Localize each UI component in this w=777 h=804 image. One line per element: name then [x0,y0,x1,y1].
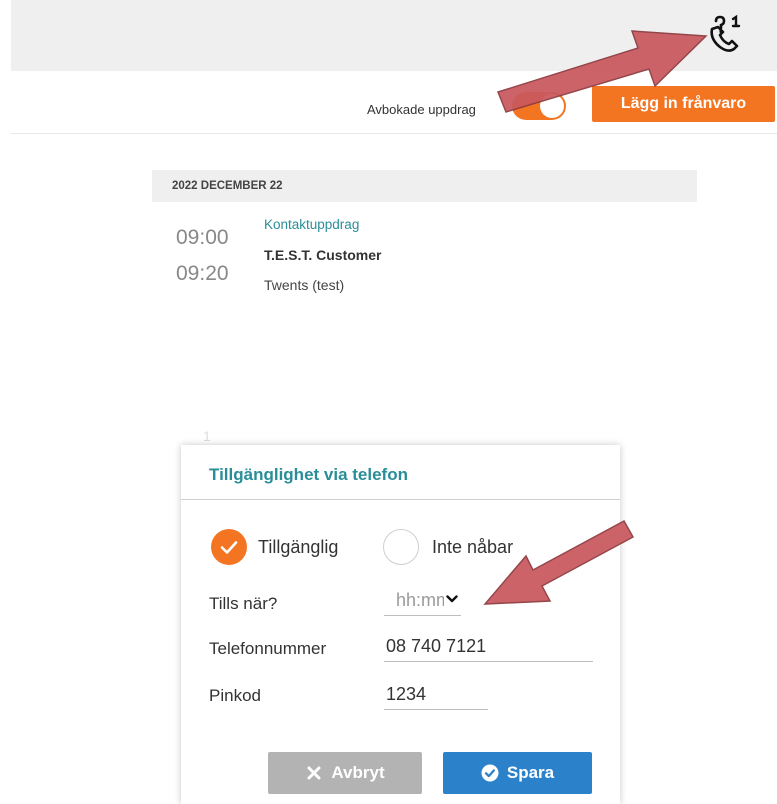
cancelled-toggle-label: Avbokade uppdrag [367,102,476,117]
until-time-placeholder: hh:mm [396,590,444,610]
top-bar [11,0,777,71]
radio-available[interactable] [211,529,247,565]
phone-availability-dialog: Tillgänglighet via telefon Tillgänglig I… [181,445,620,804]
dialog-title: Tillgänglighet via telefon [209,465,408,484]
appointment-end-time: 09:20 [176,262,229,285]
phone-number-label: Telefonnummer [209,639,327,658]
until-time-select[interactable]: hh:mm [384,583,461,616]
appointment-type[interactable]: Kontaktuppdrag [264,217,359,232]
radio-unreachable[interactable] [383,529,419,565]
phone-question-icon[interactable] [706,14,746,54]
radio-unreachable-label[interactable]: Inte nåbar [432,537,513,558]
chevron-down-icon [446,595,458,603]
cancelled-toggle[interactable] [512,92,566,120]
pin-input[interactable] [384,680,488,710]
dialog-divider [181,499,620,500]
until-label: Tills när? [209,594,278,613]
cancel-button-label: Avbryt [331,763,385,782]
appointment-customer[interactable]: T.E.S.T. Customer [264,247,381,263]
toggle-knob [540,94,564,118]
appointment-start-time: 09:00 [176,226,229,249]
pin-label: Pinkod [209,686,261,705]
cancel-button[interactable]: Avbryt [268,752,422,794]
close-icon [307,766,321,780]
save-button[interactable]: Spara [443,752,592,794]
appointment-place: Twents (test) [264,277,345,293]
date-header: 2022 DECEMBER 22 [152,170,697,202]
radio-available-label[interactable]: Tillgänglig [258,537,338,558]
add-absence-button[interactable]: Lägg in frånvaro [592,86,775,122]
phone-number-input[interactable] [384,632,593,662]
check-circle-icon [481,764,499,782]
background-text: 1 [203,428,211,444]
save-button-label: Spara [506,763,555,782]
checkmark-icon [220,541,238,554]
